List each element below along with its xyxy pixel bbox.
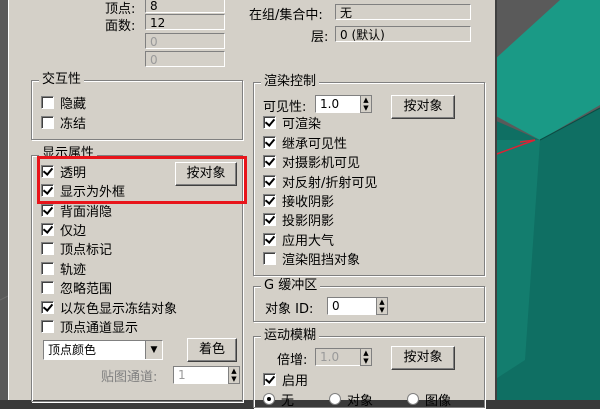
checkbox-box (263, 174, 276, 188)
highlight-frame (37, 156, 247, 204)
faces-field: 12 (145, 14, 225, 30)
layer-label: 层: (311, 30, 329, 45)
map-channel-field[interactable]: 1 (173, 366, 229, 384)
motion-blur-image-radio[interactable]: 图像 (407, 390, 451, 409)
in-group-field: 无 (335, 4, 471, 20)
apply-atmospherics-checkbox[interactable]: 应用大气 (263, 230, 334, 249)
checkbox-box (263, 154, 276, 168)
visible-to-reflection-checkbox[interactable]: 对反射/折射可见 (263, 172, 377, 191)
inherit-visibility-checkbox[interactable]: 继承可见性 (263, 133, 347, 152)
motion-blur-object-radio[interactable]: 对象 (329, 390, 373, 409)
render-control-title: 渲染控制 (261, 75, 320, 89)
render-occluded-checkbox[interactable]: 渲染阻挡对象 (263, 249, 360, 268)
checkbox-box (263, 251, 276, 265)
checkbox-box (41, 319, 54, 333)
shaded-button[interactable]: 着色 (187, 338, 237, 362)
checkbox-box (263, 135, 276, 149)
checkbox-box (41, 300, 54, 314)
checkbox-box (41, 115, 54, 129)
in-group-label: 在组/集合中: (249, 8, 323, 23)
show-frozen-gray-checkbox[interactable]: 以灰色显示冻结对象 (41, 298, 177, 317)
checkbox-box (263, 232, 276, 246)
chevron-down-icon[interactable]: ▼ (145, 341, 162, 359)
checkbox-box (41, 280, 54, 294)
render-by-object-button[interactable]: 按对象 (391, 95, 455, 119)
visible-to-camera-checkbox[interactable]: 对摄影机可见 (263, 152, 360, 171)
motion-blur-enabled-checkbox[interactable]: 启用 (263, 370, 308, 389)
visibility-field[interactable]: 1.0 (315, 95, 361, 113)
checkbox-box (41, 261, 54, 275)
object-properties-dialog: 顶点: 8 面数: 12 0 0 在组/集合中: 无 层: 0 (默认) 交互性… (8, 0, 497, 409)
object-id-label: 对象 ID: (265, 302, 314, 317)
trajectory-checkbox[interactable]: 轨迹 (41, 259, 86, 278)
renderable-checkbox[interactable]: 可渲染 (263, 113, 321, 132)
visibility-spinner[interactable]: ▲ ▼ (360, 95, 372, 113)
checkbox-box (41, 222, 54, 236)
checkbox-box (41, 95, 54, 109)
radio-dot (263, 393, 275, 405)
object-id-field[interactable]: 0 (327, 297, 377, 315)
checkbox-box (263, 115, 276, 129)
checkbox-box (263, 212, 276, 226)
vertex-ticks-checkbox[interactable]: 顶点标记 (41, 239, 112, 258)
motion-blur-title: 运动模糊 (261, 329, 320, 343)
ignore-extents-checkbox[interactable]: 忽略范围 (41, 278, 112, 297)
vertices-field: 8 (145, 0, 225, 13)
freeze-checkbox[interactable]: 冻结 (41, 113, 86, 132)
map-channel-spinner[interactable]: ▲ ▼ (228, 366, 240, 384)
vertex-color-select[interactable]: 顶点颜色 ▼ (43, 340, 163, 360)
interaction-title: 交互性 (39, 73, 85, 87)
motion-blur-none-radio[interactable]: 无 (263, 390, 294, 409)
multiplier-field[interactable]: 1.0 (315, 348, 361, 366)
checkbox-box (41, 203, 54, 217)
receive-shadows-checkbox[interactable]: 接收阴影 (263, 191, 334, 210)
cast-shadows-checkbox[interactable]: 投影阴影 (263, 210, 334, 229)
radio-dot (329, 393, 341, 405)
extra-field-2: 0 (145, 51, 225, 67)
extra-field-1: 0 (145, 33, 225, 49)
layer-field: 0 (默认) (335, 26, 471, 42)
checkbox-box (263, 372, 276, 386)
checkbox-box (41, 241, 54, 255)
gbuffer-title: G 缓冲区 (261, 279, 321, 293)
object-id-spinner[interactable]: ▲ ▼ (376, 297, 388, 315)
checkbox-box (263, 193, 276, 207)
hide-checkbox[interactable]: 隐藏 (41, 93, 86, 112)
radio-dot (407, 393, 419, 405)
multiplier-label: 倍增: (277, 353, 308, 368)
edges-only-checkbox[interactable]: 仅边 (41, 220, 86, 239)
motion-blur-by-object-button[interactable]: 按对象 (391, 346, 455, 370)
map-channel-label: 贴图通道: (101, 370, 158, 385)
multiplier-spinner[interactable]: ▲ ▼ (360, 348, 372, 366)
faces-label: 面数: (105, 19, 136, 34)
vertex-channel-display-checkbox[interactable]: 顶点通道显示 (41, 317, 138, 336)
